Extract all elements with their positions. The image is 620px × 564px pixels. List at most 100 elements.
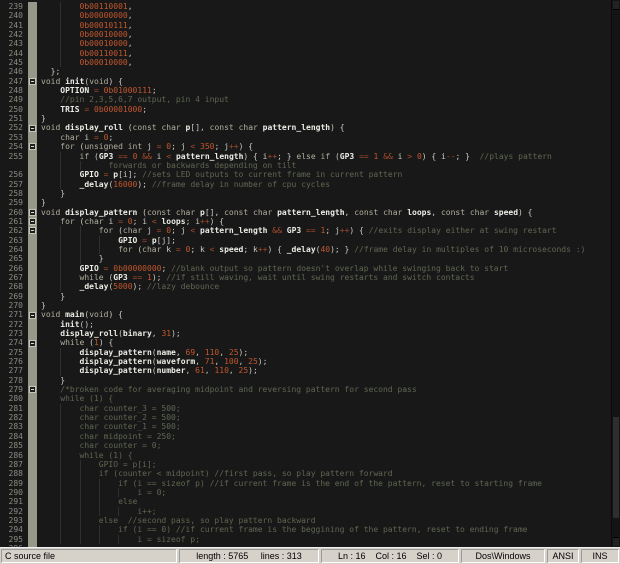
fold-toggle-icon[interactable] [28, 310, 37, 320]
code-line[interactable]: 247 void init(void) { [0, 76, 620, 87]
code-line[interactable]: 283 char counter_1 = 500; [0, 422, 620, 432]
indent-guide [60, 20, 79, 31]
scrollbar-thumb[interactable] [613, 417, 619, 518]
code-line[interactable]: 246 }; [0, 67, 620, 77]
code-line[interactable]: 265 } [0, 254, 620, 264]
code-text: 0b00010000, [37, 58, 620, 68]
code-line[interactable]: 272 init(); [0, 319, 620, 330]
code-line[interactable]: 288 if (counter < midpoint) //first pass… [0, 469, 620, 479]
fold-margin [28, 291, 37, 301]
code-line[interactable]: 290 i = 0; [0, 487, 620, 498]
indent-guide [41, 142, 60, 151]
fold-toggle-icon[interactable] [28, 76, 37, 87]
code-line[interactable]: 267 while (GP3 == 1); //if still waving,… [0, 272, 620, 283]
code-line[interactable]: 270} [0, 301, 620, 311]
code-line[interactable]: 287 GPIO = p[i]; [0, 459, 620, 470]
scroll-up-button[interactable] [613, 1, 619, 10]
status-encoding: ANSI [547, 549, 579, 563]
code-line[interactable]: 240 0b00000000, [0, 11, 620, 21]
indent-guide [41, 422, 60, 431]
code-line[interactable]: 255 if (GP3 == 0 && i < pattern_length) … [0, 151, 620, 161]
fold-toggle-icon[interactable] [28, 216, 37, 227]
indent-guide [41, 226, 60, 235]
fold-margin [28, 329, 37, 339]
code-line[interactable]: 266 GPIO = 0b00000000; //blank output so… [0, 263, 620, 273]
code-line[interactable]: forwards or backwards depending on tilt [0, 160, 620, 171]
fold-toggle-icon[interactable] [28, 385, 37, 395]
fold-toggle-icon[interactable] [28, 226, 37, 236]
fold-toggle-icon[interactable] [28, 207, 37, 217]
indent-guide [60, 459, 79, 470]
indent-guide [41, 86, 60, 95]
code-line[interactable]: 277 display_pattern(number, 61, 110, 25)… [0, 366, 620, 376]
code-line[interactable]: 275 display_pattern(name, 69, 110, 25); [0, 347, 620, 358]
code-line[interactable]: 264 for (char k = 0; k < speed; k++) { _… [0, 244, 620, 255]
code-line[interactable]: 241 0b00010111, [0, 20, 620, 31]
line-number: 288 [8, 469, 23, 479]
fold-toggle-icon[interactable] [28, 338, 37, 348]
code-text: GPIO = p[j]; [37, 235, 620, 245]
code-line[interactable]: 245 0b00010000, [0, 58, 620, 68]
code-line[interactable]: 259} [0, 198, 620, 208]
code-line[interactable]: 242 0b00010000, [0, 30, 620, 40]
code-line[interactable]: 268 _delay(5000); //lazy debounce [0, 282, 620, 292]
fold-toggle-icon[interactable] [28, 142, 37, 152]
code-line[interactable]: 284 char midpoint = 250; [0, 431, 620, 442]
code-line[interactable]: 274 while (1) { [0, 338, 620, 348]
code-line[interactable]: 256 GPIO = p[i]; //sets LED outputs to c… [0, 170, 620, 180]
code-text: while (1) { [37, 338, 620, 347]
indent-guide [41, 170, 60, 179]
code-line[interactable]: 249 //pin 2,3,5,6,7 output, pin 4 input [0, 95, 620, 105]
code-line[interactable]: 253 char i = 0; [0, 132, 620, 143]
line-number: 290 [8, 487, 23, 497]
code-line[interactable]: 279 /*broken code for averaging midpoint… [0, 385, 620, 395]
fold-margin [28, 95, 37, 105]
indent-guide [60, 497, 79, 507]
code-line[interactable]: 243 0b00010000, [0, 39, 620, 49]
code-line[interactable]: 278 } [0, 375, 620, 386]
indent-guide [60, 515, 79, 526]
code-line[interactable]: 293 else //second pass, so play pattern … [0, 515, 620, 526]
code-line[interactable]: 286 while (1) { [0, 450, 620, 460]
code-line[interactable]: 261 for (char i = 0; i < loops; i++) { [0, 216, 620, 227]
code-line[interactable]: 282 char counter_2 = 500; [0, 413, 620, 423]
code-line[interactable]: 291 else [0, 497, 620, 507]
code-line[interactable]: 257 _delay(16000); //frame delay in numb… [0, 179, 620, 189]
code-line[interactable]: 252 void display_roll (const char p[], co… [0, 123, 620, 133]
code-area[interactable]: 239 0b00110001, 240 0b00000000, 241 0b0001… [0, 0, 620, 547]
code-line[interactable]: 289 if (i == sizeof p) //if current fram… [0, 478, 620, 488]
code-line[interactable]: 285 char counter = 0; [0, 441, 620, 451]
code-line[interactable]: 244 0b00110011, [0, 48, 620, 59]
code-line[interactable]: 248 OPTION = 0b01000111; [0, 86, 620, 96]
scroll-down-button[interactable] [613, 537, 619, 546]
code-line[interactable]: 281 char counter_3 = 500; [0, 403, 620, 414]
code-line[interactable]: 273 display_roll(binary, 31); [0, 329, 620, 339]
code-line[interactable]: 292 i++; [0, 506, 620, 516]
line-number: 249 [8, 95, 23, 105]
code-line[interactable]: 258 } [0, 188, 620, 199]
vertical-scrollbar[interactable] [611, 0, 620, 547]
code-text: 0b00110001, [37, 2, 620, 12]
fold-margin [28, 534, 37, 544]
code-line[interactable]: 263 GPIO = p[j]; [0, 235, 620, 245]
code-line[interactable]: 271 void main(void) { [0, 310, 620, 320]
code-text: void display_pattern (const char p[], co… [41, 207, 533, 217]
fold-toggle-icon[interactable] [28, 123, 37, 133]
line-number: 251 [8, 114, 23, 124]
code-line[interactable]: 251} [0, 114, 620, 124]
code-line[interactable]: 254 for (unsigned int j = 0; j < 350; j+… [0, 142, 620, 152]
code-line[interactable]: 294 if (i == 0) //if current frame is th… [0, 525, 620, 535]
code-line[interactable]: 269 } [0, 291, 620, 301]
code-line[interactable]: 295 i = sizeof p; [0, 534, 620, 544]
status-length-lines: length : 5765 lines : 313 [179, 549, 319, 563]
code-line[interactable]: 280 while (1) { [0, 394, 620, 404]
indent-guide [60, 506, 79, 516]
code-line[interactable]: 260 void display_pattern (const char p[],… [0, 207, 620, 217]
indent-guide [41, 525, 60, 534]
code-line[interactable]: 262 for (char j = 0; j < pattern_length … [0, 226, 620, 236]
code-text: /*broken code for averaging midpoint and… [37, 385, 620, 394]
code-line[interactable]: 250 TRIS = 0b00001000; [0, 104, 620, 115]
indent-guide [98, 478, 118, 488]
code-line[interactable]: 239 0b00110001, [0, 2, 620, 12]
code-line[interactable]: 276 display_pattern(waveform, 71, 100, 2… [0, 357, 620, 367]
